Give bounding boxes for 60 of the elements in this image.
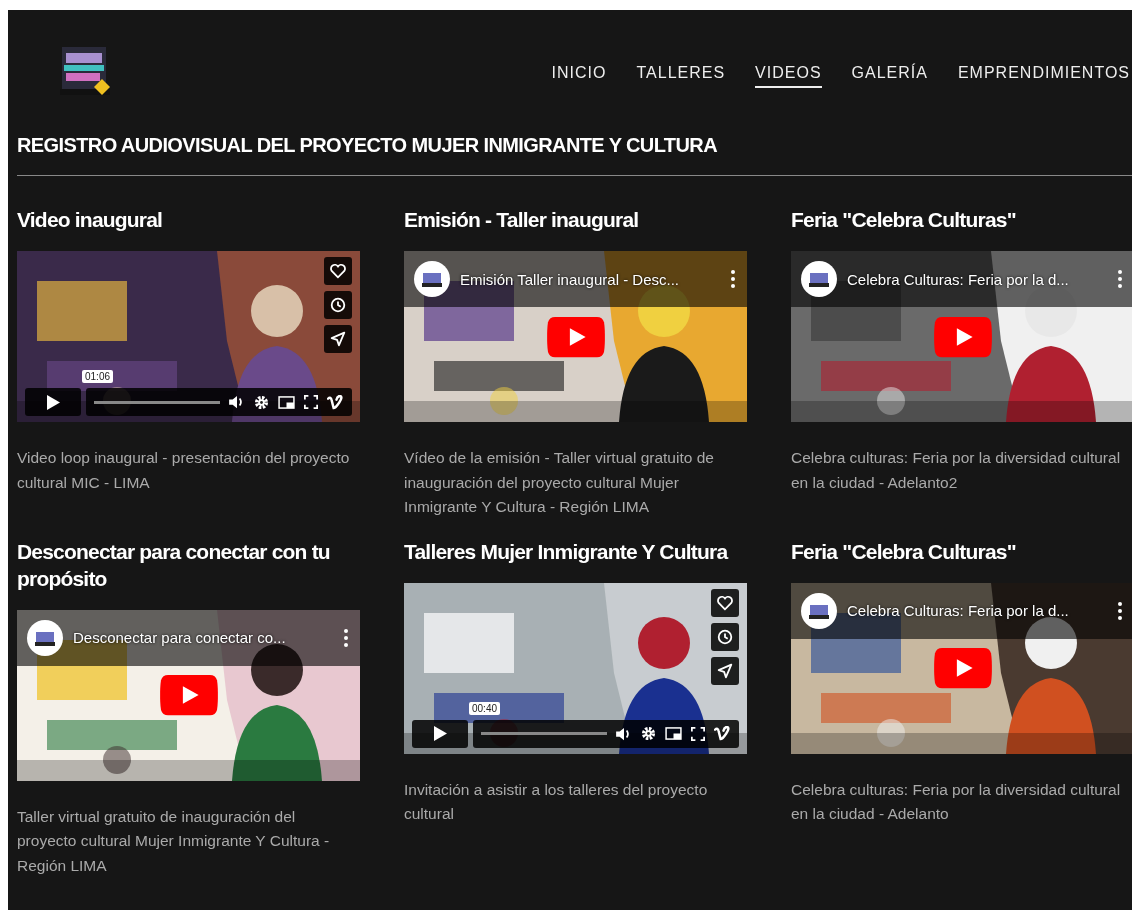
progress-track[interactable] (94, 400, 220, 404)
picture-in-picture-icon[interactable] (278, 395, 295, 409)
progress-track[interactable] (481, 732, 607, 735)
more-icon[interactable] (1118, 601, 1122, 620)
more-icon[interactable] (1118, 270, 1122, 288)
share-button[interactable] (324, 325, 352, 353)
heart-icon (716, 593, 734, 612)
video-player[interactable]: 00:40 (404, 582, 747, 754)
video-description: Video loop inaugural - presentación del proyecto cultural MIC - LIMA (17, 448, 351, 493)
picture-in-picture-icon[interactable] (665, 727, 682, 740)
fullscreen-icon[interactable] (304, 395, 318, 409)
video-title: Feria "Celebra Culturas" (791, 538, 1017, 565)
video-player[interactable]: Celebra Culturas: Feria por la d... (791, 251, 1132, 422)
more-icon[interactable] (731, 270, 735, 288)
watch-later-button[interactable] (711, 622, 739, 651)
play-button[interactable] (25, 388, 81, 416)
heart-icon (329, 262, 347, 280)
play-button[interactable] (932, 315, 993, 358)
channel-avatar-icon[interactable] (27, 619, 63, 656)
video-title: Talleres Mujer Inmigrante Y Cultura (404, 538, 729, 565)
nav-link[interactable]: INICIO (551, 60, 607, 88)
share-button[interactable] (711, 656, 739, 685)
nav-link[interactable]: TALLERES (636, 60, 726, 88)
more-icon[interactable] (344, 628, 348, 647)
channel-avatar-icon[interactable] (801, 261, 837, 297)
like-button[interactable] (324, 257, 352, 285)
video-description: Invitación a asistir a los talleres del proyecto cultural (404, 779, 709, 824)
nav-link[interactable]: VIDEOS (755, 60, 822, 88)
play-icon (433, 726, 447, 741)
send-icon (329, 330, 347, 348)
settings-icon[interactable] (641, 726, 656, 741)
page-heading: REGISTRO AUDIOVISUAL DEL PROYECTO MUJER INMIGRANTE Y CULTURA (17, 134, 718, 157)
video-description: Celebra culturas: Feria por la diversidad cultural en la ciudad - Adelanto2 (791, 448, 1122, 493)
video-player[interactable]: Celebra Culturas: Feria por la d... (791, 582, 1132, 754)
video-player[interactable]: 01:06 (17, 251, 360, 422)
watch-later-button[interactable] (324, 291, 352, 319)
channel-avatar-icon[interactable] (801, 592, 837, 629)
video-player[interactable]: Emisión Taller inaugural - Desc... (404, 251, 747, 422)
video-title: Video inaugural (17, 207, 164, 233)
settings-icon[interactable] (254, 394, 269, 410)
nav-link[interactable]: EMPRENDIMIENTOS (957, 60, 1130, 88)
like-button[interactable] (711, 588, 739, 617)
play-icon (46, 394, 60, 410)
time-tooltip: 01:06 (82, 370, 114, 383)
video-player[interactable]: Desconectar para conectar co... (17, 609, 360, 781)
video-title: Desconectar para conectar con tu propósito (17, 538, 331, 592)
clock-icon (329, 296, 347, 314)
video-description: Celebra culturas: Feria por la diversidad cultural en la ciudad - Adelanto (791, 779, 1122, 824)
volume-icon[interactable] (229, 395, 245, 409)
video-description: Taller virtual gratuito de inauguración del proyecto cultural Mujer Inmigrante Y Cultura - Región LIMA (17, 806, 331, 876)
play-button[interactable] (412, 719, 468, 748)
video-title: Emisión - Taller inaugural (404, 207, 640, 233)
fullscreen-icon[interactable] (691, 726, 705, 741)
video-title: Feria "Celebra Culturas" (791, 207, 1017, 233)
clock-icon (716, 627, 734, 646)
volume-icon[interactable] (616, 726, 632, 741)
channel-avatar-icon[interactable] (414, 261, 450, 297)
video-description: Vídeo de la emisión - Taller virtual gratuito de inauguración del proyecto cultural Mujer Inmigrante Y Cultura - Región LIMA (404, 448, 715, 517)
send-icon (716, 661, 734, 680)
nav-link[interactable]: GALERÍA (851, 60, 928, 88)
